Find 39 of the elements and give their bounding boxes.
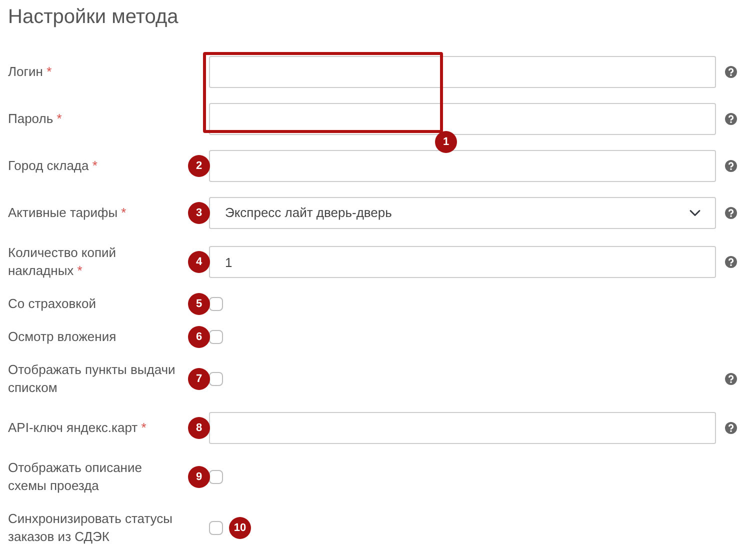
help-icon[interactable] <box>725 160 737 172</box>
help-icon[interactable] <box>725 422 737 434</box>
callout-badge: 8 <box>188 417 210 439</box>
help-icon[interactable] <box>725 66 737 78</box>
callout-badge: 3 <box>188 202 210 224</box>
callout-badge: 2 <box>188 155 210 177</box>
field-label: Количество копий накладных * <box>8 245 116 278</box>
checkbox[interactable] <box>209 521 223 535</box>
callout-badge: 4 <box>188 251 210 273</box>
help-icon[interactable] <box>725 113 737 125</box>
field-label: Отображать пункты выдачи списком <box>8 362 176 395</box>
field-label: Город склада * <box>8 158 98 173</box>
field-label: Пароль * <box>8 111 62 126</box>
callout-badge: 9 <box>188 466 210 488</box>
input-field[interactable] <box>209 56 716 88</box>
help-icon[interactable] <box>725 373 737 385</box>
field-label: Синхронизировать статусы заказов из СДЭК <box>8 511 173 544</box>
checkbox[interactable] <box>209 330 223 344</box>
callout-badge: 5 <box>188 293 210 315</box>
input-field[interactable] <box>209 150 716 182</box>
checkbox[interactable] <box>209 297 223 311</box>
field-label: Осмотр вложения <box>8 329 116 344</box>
page-title: Настройки метода <box>8 5 180 30</box>
callout-badge: 10 <box>229 517 251 539</box>
input-field[interactable] <box>209 103 716 135</box>
callout-badge: 7 <box>188 368 210 390</box>
input-field[interactable]: 1 <box>209 246 716 278</box>
field-label: Активные тарифы * <box>8 205 126 220</box>
input-field[interactable] <box>209 412 716 444</box>
callout-badge: 6 <box>188 326 210 348</box>
select-field[interactable]: Экспресс лайт дверь-дверь <box>209 197 716 229</box>
help-icon[interactable] <box>725 207 737 219</box>
checkbox[interactable] <box>209 470 223 484</box>
field-label: Со страховкой <box>8 296 96 311</box>
field-label: Логин * <box>8 64 52 79</box>
field-label: Отображать описание схемы проезда <box>8 460 142 493</box>
help-icon[interactable] <box>725 256 737 268</box>
checkbox[interactable] <box>209 372 223 386</box>
field-label: API-ключ яндекс.карт * <box>8 420 146 435</box>
